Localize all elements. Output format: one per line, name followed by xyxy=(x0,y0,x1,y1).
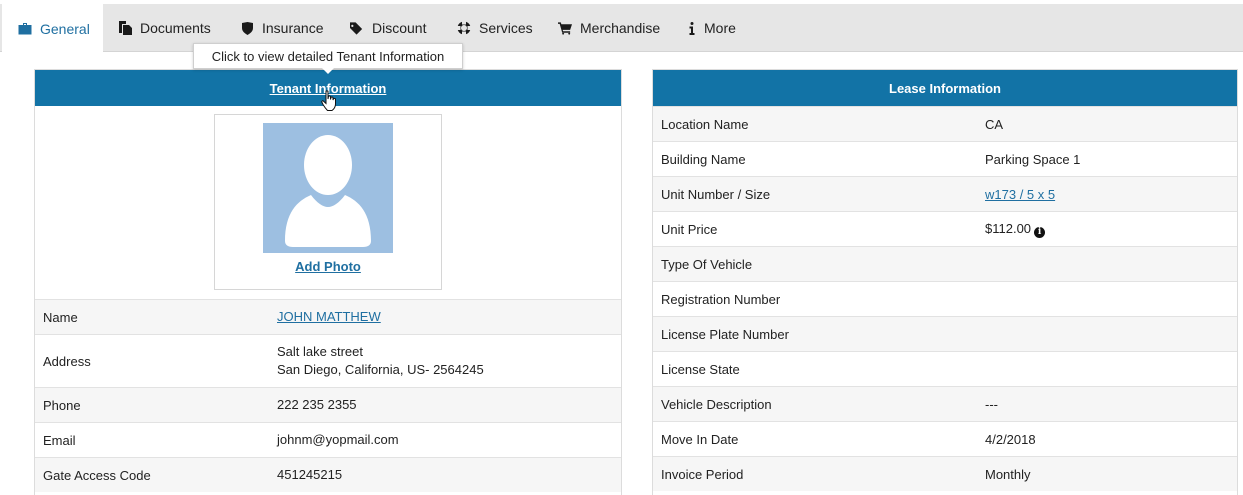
table-row: Building Name Parking Space 1 xyxy=(653,141,1237,176)
email-value: johnm@yopmail.com xyxy=(277,432,399,447)
table-row: Type Of Vehicle xyxy=(653,246,1237,281)
row-value: Monthly xyxy=(985,466,1031,482)
tab-more[interactable]: More xyxy=(688,4,736,52)
phone-value: 222 235 2355 xyxy=(277,397,357,412)
table-row: Gate Access Code 451245215 xyxy=(35,457,621,492)
table-row: Registration Number xyxy=(653,281,1237,316)
unit-price-text: $112.00 xyxy=(985,220,1032,236)
lease-details-table: Location Name CA Building Name Parking S… xyxy=(653,106,1237,491)
tab-label: Discount xyxy=(372,20,427,36)
avatar-placeholder-icon[interactable] xyxy=(263,123,393,253)
cart-icon xyxy=(558,21,572,35)
hand-pointer-cursor-icon xyxy=(321,90,339,115)
tenant-name-link[interactable]: JOHN MATTHEW xyxy=(277,308,381,326)
row-label: Registration Number xyxy=(661,291,781,307)
table-row: Vehicle Description --- xyxy=(653,386,1237,421)
table-row: Location Name CA xyxy=(653,106,1237,141)
tag-icon xyxy=(350,21,364,35)
row-label: License Plate Number xyxy=(661,326,789,342)
table-row: Move In Date 4/2/2018 xyxy=(653,421,1237,456)
row-label: Building Name xyxy=(661,151,746,167)
row-label: Phone xyxy=(43,397,81,413)
row-label: Unit Number / Size xyxy=(661,186,771,202)
row-label: Invoice Period xyxy=(661,466,744,482)
row-label: Type Of Vehicle xyxy=(661,256,753,272)
tab-label: More xyxy=(704,20,736,36)
table-row: License Plate Number xyxy=(653,316,1237,351)
tab-label: Insurance xyxy=(262,20,324,36)
table-row: Phone 222 235 2355 xyxy=(35,387,621,422)
table-row: Unit Price $112.00 i xyxy=(653,211,1237,246)
info-circle-icon[interactable]: i xyxy=(1034,226,1046,238)
shield-icon xyxy=(240,21,254,35)
lifebuoy-icon xyxy=(457,21,471,35)
row-label: Vehicle Description xyxy=(661,396,772,412)
tab-merchandise[interactable]: Merchandise xyxy=(558,4,660,52)
row-label: Move In Date xyxy=(661,431,739,447)
row-label: Address xyxy=(43,353,91,369)
table-row: Email johnm@yopmail.com xyxy=(35,422,621,457)
unit-number-link[interactable]: w173 / 5 x 5 xyxy=(985,187,1055,202)
gate-code-value: 451245215 xyxy=(277,467,343,482)
tooltip-arrow xyxy=(322,68,334,74)
tab-bar: General Documents Insurance Discount Ser… xyxy=(0,4,1243,53)
table-row: License State xyxy=(653,351,1237,386)
briefcase-icon xyxy=(18,22,32,36)
row-value: 4/2/2018 xyxy=(985,431,1036,447)
photo-box: Add Photo xyxy=(214,114,442,290)
unit-price-value: $112.00 i xyxy=(985,220,1046,238)
row-value: CA xyxy=(985,116,1004,132)
info-icon xyxy=(688,21,696,35)
row-label: Location Name xyxy=(661,116,749,132)
row-value: --- xyxy=(985,396,998,412)
row-label: Name xyxy=(43,309,78,325)
documents-icon xyxy=(118,21,132,35)
address-line1: Salt lake street xyxy=(277,344,363,359)
row-label: License State xyxy=(661,361,740,377)
tab-label: Merchandise xyxy=(580,20,661,36)
row-label: Gate Access Code xyxy=(43,467,151,483)
table-row: Address Salt lake street San Diego, Cali… xyxy=(35,334,621,387)
tenant-details-table: Name JOHN MATTHEW Address Salt lake stre… xyxy=(35,299,621,492)
lease-information-header: Lease Information xyxy=(653,70,1237,106)
add-photo-link[interactable]: Add Photo xyxy=(215,259,441,274)
tab-label: Services xyxy=(479,20,533,36)
lease-information-panel: Lease Information Location Name CA Build… xyxy=(652,69,1238,495)
table-row: Name JOHN MATTHEW xyxy=(35,299,621,334)
tab-label: General xyxy=(40,20,90,37)
row-label: Email xyxy=(43,432,76,448)
tab-general[interactable]: General xyxy=(2,4,103,53)
table-row: Invoice Period Monthly xyxy=(653,456,1237,491)
table-row: Unit Number / Size w173 / 5 x 5 xyxy=(653,176,1237,211)
tenant-info-tooltip: Click to view detailed Tenant Informatio… xyxy=(193,43,463,69)
tab-label: Documents xyxy=(140,20,211,36)
tenant-information-panel: Tenant Information Add Photo Name JOHN M… xyxy=(34,69,622,495)
address-value: Salt lake street San Diego, California, … xyxy=(277,343,484,379)
row-value: Parking Space 1 xyxy=(985,151,1081,167)
row-label: Unit Price xyxy=(661,221,718,237)
tab-services[interactable]: Services xyxy=(457,4,533,52)
address-line2: San Diego, California, US- 2564245 xyxy=(277,362,484,377)
